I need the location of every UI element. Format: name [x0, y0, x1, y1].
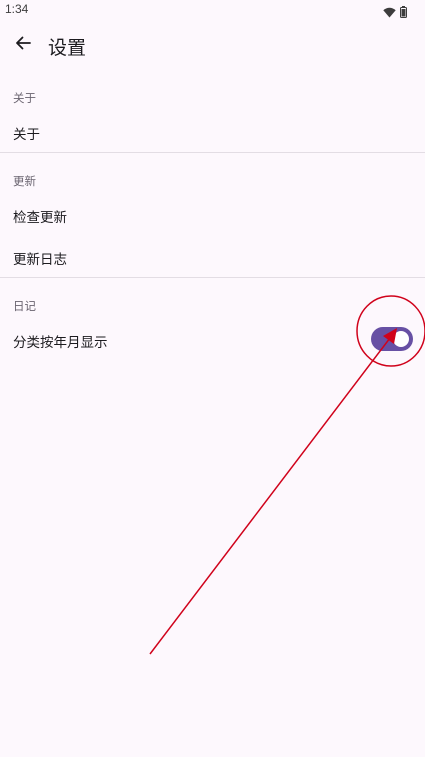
section-header-diary: 日记: [13, 299, 36, 313]
toggle-thumb: [393, 331, 409, 347]
divider: [0, 152, 425, 153]
settings-screen: 1:34 设置 关于 关于 更新 检查更新 更新日志 日记 分类按年月显示: [0, 0, 425, 757]
battery-icon: [400, 3, 407, 22]
list-item-about[interactable]: 关于: [0, 112, 425, 152]
wifi-icon: [383, 3, 396, 22]
status-icons: [383, 3, 407, 22]
list-item-group-by-month[interactable]: 分类按年月显示: [0, 320, 425, 360]
list-item-label: 检查更新: [13, 210, 67, 226]
annotation-arrow-line: [149, 337, 391, 655]
back-button[interactable]: [8, 30, 38, 60]
section-header-about: 关于: [13, 91, 36, 105]
back-arrow-icon: [15, 35, 31, 55]
status-time: 1:34: [5, 2, 29, 16]
section-header-update: 更新: [13, 174, 36, 188]
list-item-label: 分类按年月显示: [13, 335, 108, 351]
list-item-label: 更新日志: [13, 252, 67, 268]
list-item-label: 关于: [13, 127, 40, 143]
group-by-month-toggle[interactable]: [371, 327, 413, 351]
status-bar: 1:34: [0, 0, 425, 20]
list-item-check-update[interactable]: 检查更新: [0, 195, 425, 235]
list-item-changelog[interactable]: 更新日志: [0, 237, 425, 277]
divider: [0, 277, 425, 278]
app-bar: 设置: [0, 22, 425, 68]
page-title: 设置: [48, 37, 87, 59]
